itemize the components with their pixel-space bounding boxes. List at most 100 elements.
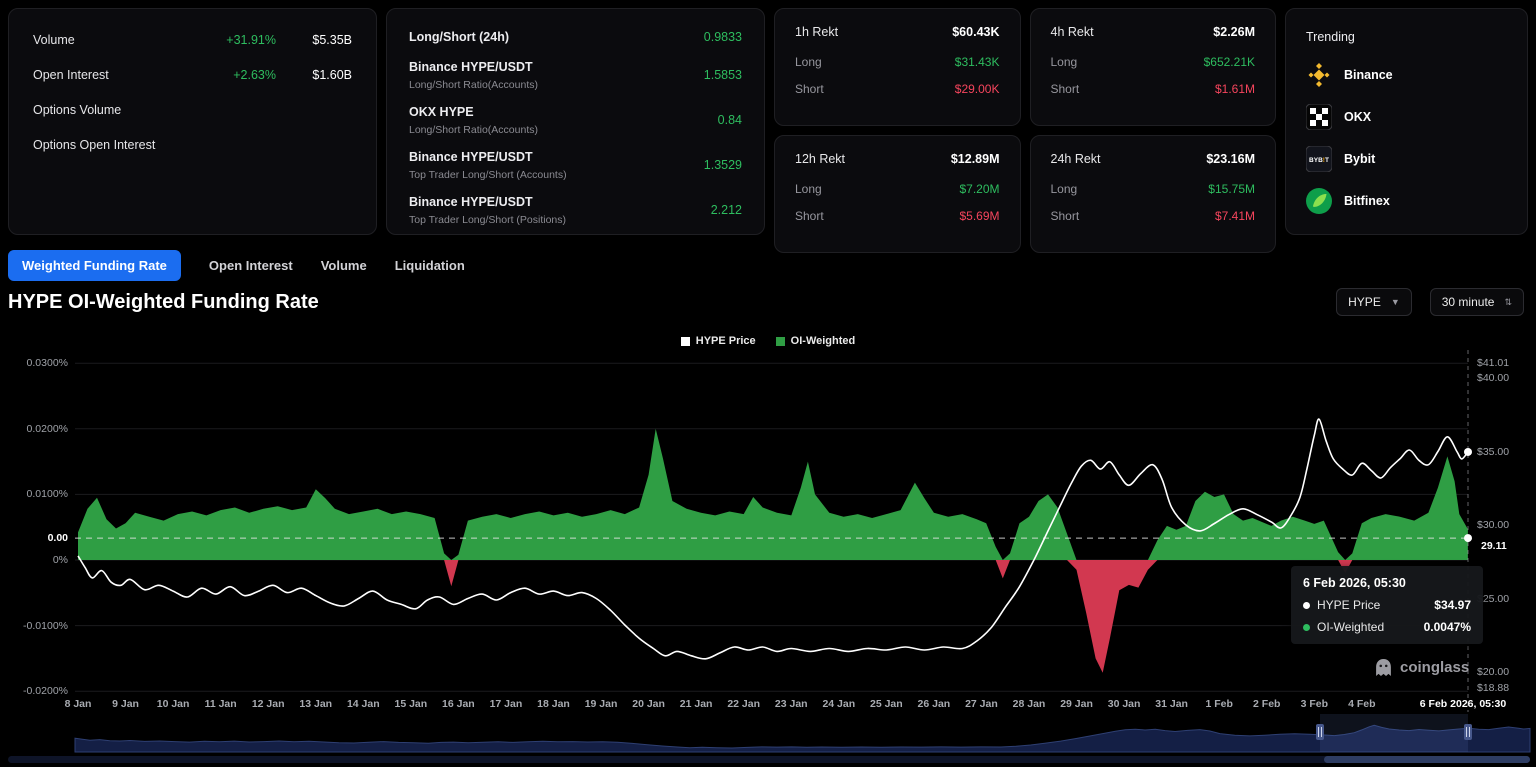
ratio-title: Binance HYPE/USDT xyxy=(409,150,533,164)
coinglass-watermark: coinglass xyxy=(1374,658,1469,677)
rekt-long-value: $652.21K xyxy=(1204,55,1255,69)
tooltip-row: OI-Weighted0.0047% xyxy=(1303,620,1471,634)
tooltip-series-dot xyxy=(1303,602,1310,609)
bybit-icon: BYB!T xyxy=(1306,146,1332,172)
legend-swatch xyxy=(776,337,785,346)
trending-item-label: Bybit xyxy=(1344,152,1375,166)
rekt-short-value: $5.69M xyxy=(959,209,999,223)
tab-weighted-funding-rate[interactable]: Weighted Funding Rate xyxy=(8,250,181,281)
ratio-title: Long/Short (24h) xyxy=(409,30,509,44)
ratio-text: Binance HYPE/USDT Top Trader Long/Short (… xyxy=(409,148,567,181)
trending-card: Trending Binance OKX BYB!T Bybit Bitfinex xyxy=(1285,8,1528,235)
rekt-cards-grid: 1h Rekt $60.43K Long $31.43K Short$29.00K 4h … xyxy=(774,8,1276,235)
ratio-value: 0.84 xyxy=(718,113,742,127)
ratio-text: Binance HYPE/USDTTop Trader Long/Short (… xyxy=(409,193,566,226)
navigator-handle[interactable] xyxy=(1464,724,1472,740)
tab-volume[interactable]: Volume xyxy=(321,258,367,273)
market-stats-card: Volume+31.91%$5.35B Open Interest+2.63%$1… xyxy=(8,8,377,235)
symbol-select-value: HYPE xyxy=(1348,295,1381,309)
chart-tooltip: 6 Feb 2026, 05:30 HYPE Price$34.97 OI-Wei… xyxy=(1291,566,1483,644)
rekt-short-value: $1.61M xyxy=(1215,82,1255,96)
long-short-ratios-card: Long/Short (24h)0.9833Binance HYPE/USDTL… xyxy=(386,8,765,235)
rekt-short-label: Short xyxy=(795,82,824,96)
tab-open-interest[interactable]: Open Interest xyxy=(209,258,293,273)
trending-item-bitfinex[interactable]: Bitfinex xyxy=(1306,188,1507,214)
rekt-short-row: Short $5.69M xyxy=(795,209,1000,223)
rekt-long-row: Long $652.21K xyxy=(1051,55,1256,69)
rekt-period-label: 4h Rekt xyxy=(1051,25,1094,39)
rekt-short-label: Short xyxy=(1051,82,1080,96)
rekt-card-header: 12h Rekt $12.89M xyxy=(795,152,1000,166)
navigator-handle[interactable] xyxy=(1316,724,1324,740)
rekt-card-header: 24h Rekt $23.16M xyxy=(1051,152,1256,166)
ratio-text: OKX HYPELong/Short Ratio(Accounts) xyxy=(409,103,538,136)
trending-title: Trending xyxy=(1306,30,1507,44)
ratio-text: Long/Short (24h) xyxy=(409,28,509,46)
rekt-short-label: Short xyxy=(1051,209,1080,223)
rekt-long-label: Long xyxy=(1051,55,1078,69)
rekt-long-value: $31.43K xyxy=(955,55,1000,69)
legend-swatch xyxy=(681,337,690,346)
chart-tabs: Weighted Funding Rate Open Interest Volume… xyxy=(8,250,465,281)
rekt-period-label: 24h Rekt xyxy=(1051,152,1101,166)
tooltip-series-label: OI-Weighted xyxy=(1317,620,1424,634)
tooltip-title: 6 Feb 2026, 05:30 xyxy=(1303,576,1471,590)
rekt-long-label: Long xyxy=(795,182,822,196)
ratio-subtitle: Long/Short Ratio(Accounts) xyxy=(409,79,538,91)
rekt-long-row: Long $31.43K xyxy=(795,55,1000,69)
legend-label: HYPE Price xyxy=(696,335,756,347)
rekt-short-row: Short$29.00K xyxy=(795,82,1000,96)
rekt-period-label: 1h Rekt xyxy=(795,25,838,39)
tooltip-series-dot xyxy=(1303,624,1310,631)
navigator-selection[interactable] xyxy=(1320,714,1468,752)
trending-item-label: OKX xyxy=(1344,110,1371,124)
scrollbar-thumb[interactable] xyxy=(1324,756,1530,763)
rekt-long-row: Long$7.20M xyxy=(795,182,1000,196)
market-stat-row: Open Interest+2.63%$1.60B xyxy=(33,68,352,82)
rekt-card-header: 4h Rekt $2.26M xyxy=(1051,25,1256,39)
rekt-card-1h: 1h Rekt $60.43K Long $31.43K Short$29.00K xyxy=(774,8,1021,126)
tab-liquidation[interactable]: Liquidation xyxy=(395,258,465,273)
ratio-value: 2.212 xyxy=(711,203,742,217)
trending-item-bybit[interactable]: BYB!T Bybit xyxy=(1306,146,1507,172)
ratio-row: Binance HYPE/USDTLong/Short Ratio(Accoun… xyxy=(409,58,742,91)
legend-item-hype-price[interactable]: HYPE Price xyxy=(681,335,756,347)
rekt-total-value: $23.16M xyxy=(1206,152,1255,166)
ratio-row: Binance HYPE/USDT Top Trader Long/Short (… xyxy=(409,148,742,181)
svg-text:BYB!T: BYB!T xyxy=(1309,157,1329,164)
rekt-short-value: $7.41M xyxy=(1215,209,1255,223)
rekt-card-header: 1h Rekt $60.43K xyxy=(795,25,1000,39)
rekt-short-row: Short $1.61M xyxy=(1051,82,1256,96)
market-stat-row: Volume+31.91%$5.35B xyxy=(33,33,352,47)
trending-item-okx[interactable]: OKX xyxy=(1306,104,1507,130)
symbol-select[interactable]: HYPE ▼ xyxy=(1336,288,1412,316)
market-stat-change: +2.63% xyxy=(212,68,276,82)
trending-item-binance[interactable]: Binance xyxy=(1306,62,1507,88)
rekt-long-label: Long xyxy=(795,55,822,69)
coinglass-logo-icon xyxy=(1374,658,1393,677)
updown-caret-icon: ⇅ xyxy=(1504,297,1512,308)
ratio-row: Long/Short (24h) 0.9833 xyxy=(409,28,742,46)
trending-item-label: Bitfinex xyxy=(1344,194,1390,208)
market-stat-label: Options Volume xyxy=(33,103,212,117)
interval-select[interactable]: 30 minute ⇅ xyxy=(1430,288,1524,316)
ratio-subtitle: Top Trader Long/Short (Positions) xyxy=(409,214,566,226)
okx-icon xyxy=(1306,104,1332,130)
ratio-subtitle: Top Trader Long/Short (Accounts) xyxy=(409,169,567,181)
rekt-card-12h: 12h Rekt $12.89M Long$7.20M Short $5.69M xyxy=(774,135,1021,253)
chart-legend: HYPE Price OI-Weighted xyxy=(0,335,1536,347)
ratio-subtitle: Long/Short Ratio(Accounts) xyxy=(409,124,538,136)
bitfinex-icon xyxy=(1306,188,1332,214)
tooltip-row: HYPE Price$34.97 xyxy=(1303,598,1471,612)
rekt-total-value: $2.26M xyxy=(1213,25,1255,39)
watermark-text: coinglass xyxy=(1400,659,1469,676)
ratio-value: 0.9833 xyxy=(704,30,742,44)
trending-item-label: Binance xyxy=(1344,68,1393,82)
rekt-total-value: $60.43K xyxy=(952,25,999,39)
rekt-card-4h: 4h Rekt $2.26M Long $652.21K Short $1.61M xyxy=(1030,8,1277,126)
legend-item-oi-weighted[interactable]: OI-Weighted xyxy=(776,335,856,347)
chart-header: HYPE OI-Weighted Funding Rate HYPE ▼ 30 … xyxy=(8,288,1524,316)
rekt-period-label: 12h Rekt xyxy=(795,152,845,166)
rekt-short-label: Short xyxy=(795,209,824,223)
rekt-total-value: $12.89M xyxy=(951,152,1000,166)
